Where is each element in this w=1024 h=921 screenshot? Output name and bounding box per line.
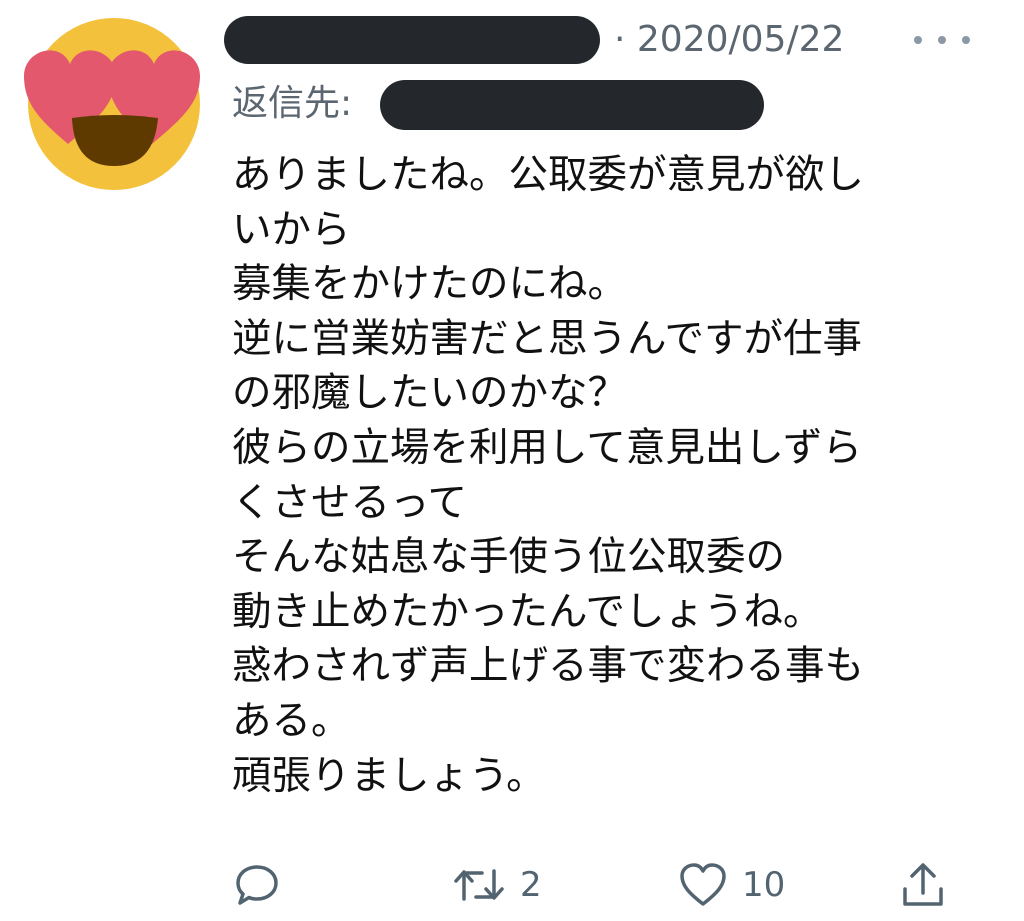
tweet-line: ありましたね。公取委が意見が欲し: [232, 152, 864, 198]
tweet-line: 動き止めたかったんでしょうね。: [232, 588, 823, 635]
share-upload-icon: [903, 863, 943, 906]
retweet-button[interactable]: 2: [452, 860, 542, 910]
reply-button[interactable]: [234, 860, 280, 910]
tweet-line: 募集をかけたのにね。: [232, 261, 627, 308]
more-options-button[interactable]: [914, 22, 970, 58]
like-button[interactable]: 10: [678, 860, 785, 910]
reply-to-handle-redacted[interactable]: [380, 80, 764, 130]
more-horizontal-icon-dot: [914, 36, 922, 44]
tweet-line: ある。: [232, 697, 351, 744]
author-name-redacted[interactable]: [224, 16, 600, 64]
more-horizontal-icon-dot: [938, 36, 946, 44]
tweet-line: 頑張りましょう。: [232, 752, 546, 799]
retweet-count: 2: [520, 865, 542, 905]
retweet-icon: [454, 869, 504, 901]
heart-icon: [680, 863, 726, 906]
share-button[interactable]: [900, 860, 946, 910]
tweet-line: 逆に営業妨害だと思うんですが仕事: [232, 315, 863, 362]
tweet-line: の邪魔したいのかな？: [232, 370, 627, 417]
heart-eyes-emoji-icon: [24, 18, 200, 190]
tweet-date[interactable]: · 2020/05/22: [614, 14, 844, 66]
reply-to-label: 返信先:: [232, 83, 353, 124]
tweet-line: そんな姑息な手使う位公取委の: [232, 534, 785, 581]
more-horizontal-icon-dot: [962, 36, 970, 44]
tweet-line: くさせるって: [232, 479, 468, 526]
tweet-body: ありましたね。公取委が意見が欲し いから 募集をかけたのにね。 逆に営業妨害だと…: [232, 148, 992, 803]
tweet-actions: 2 10: [232, 852, 992, 916]
tweet-line: 彼らの立場を利用して意見出しずら: [232, 424, 863, 471]
tweet-line: 惑わされず声上げる事で変わる事も: [232, 643, 864, 690]
reply-bubble-icon: [236, 865, 278, 905]
like-count: 10: [742, 865, 786, 905]
avatar[interactable]: [20, 12, 210, 192]
tweet-line: いから: [232, 206, 351, 253]
